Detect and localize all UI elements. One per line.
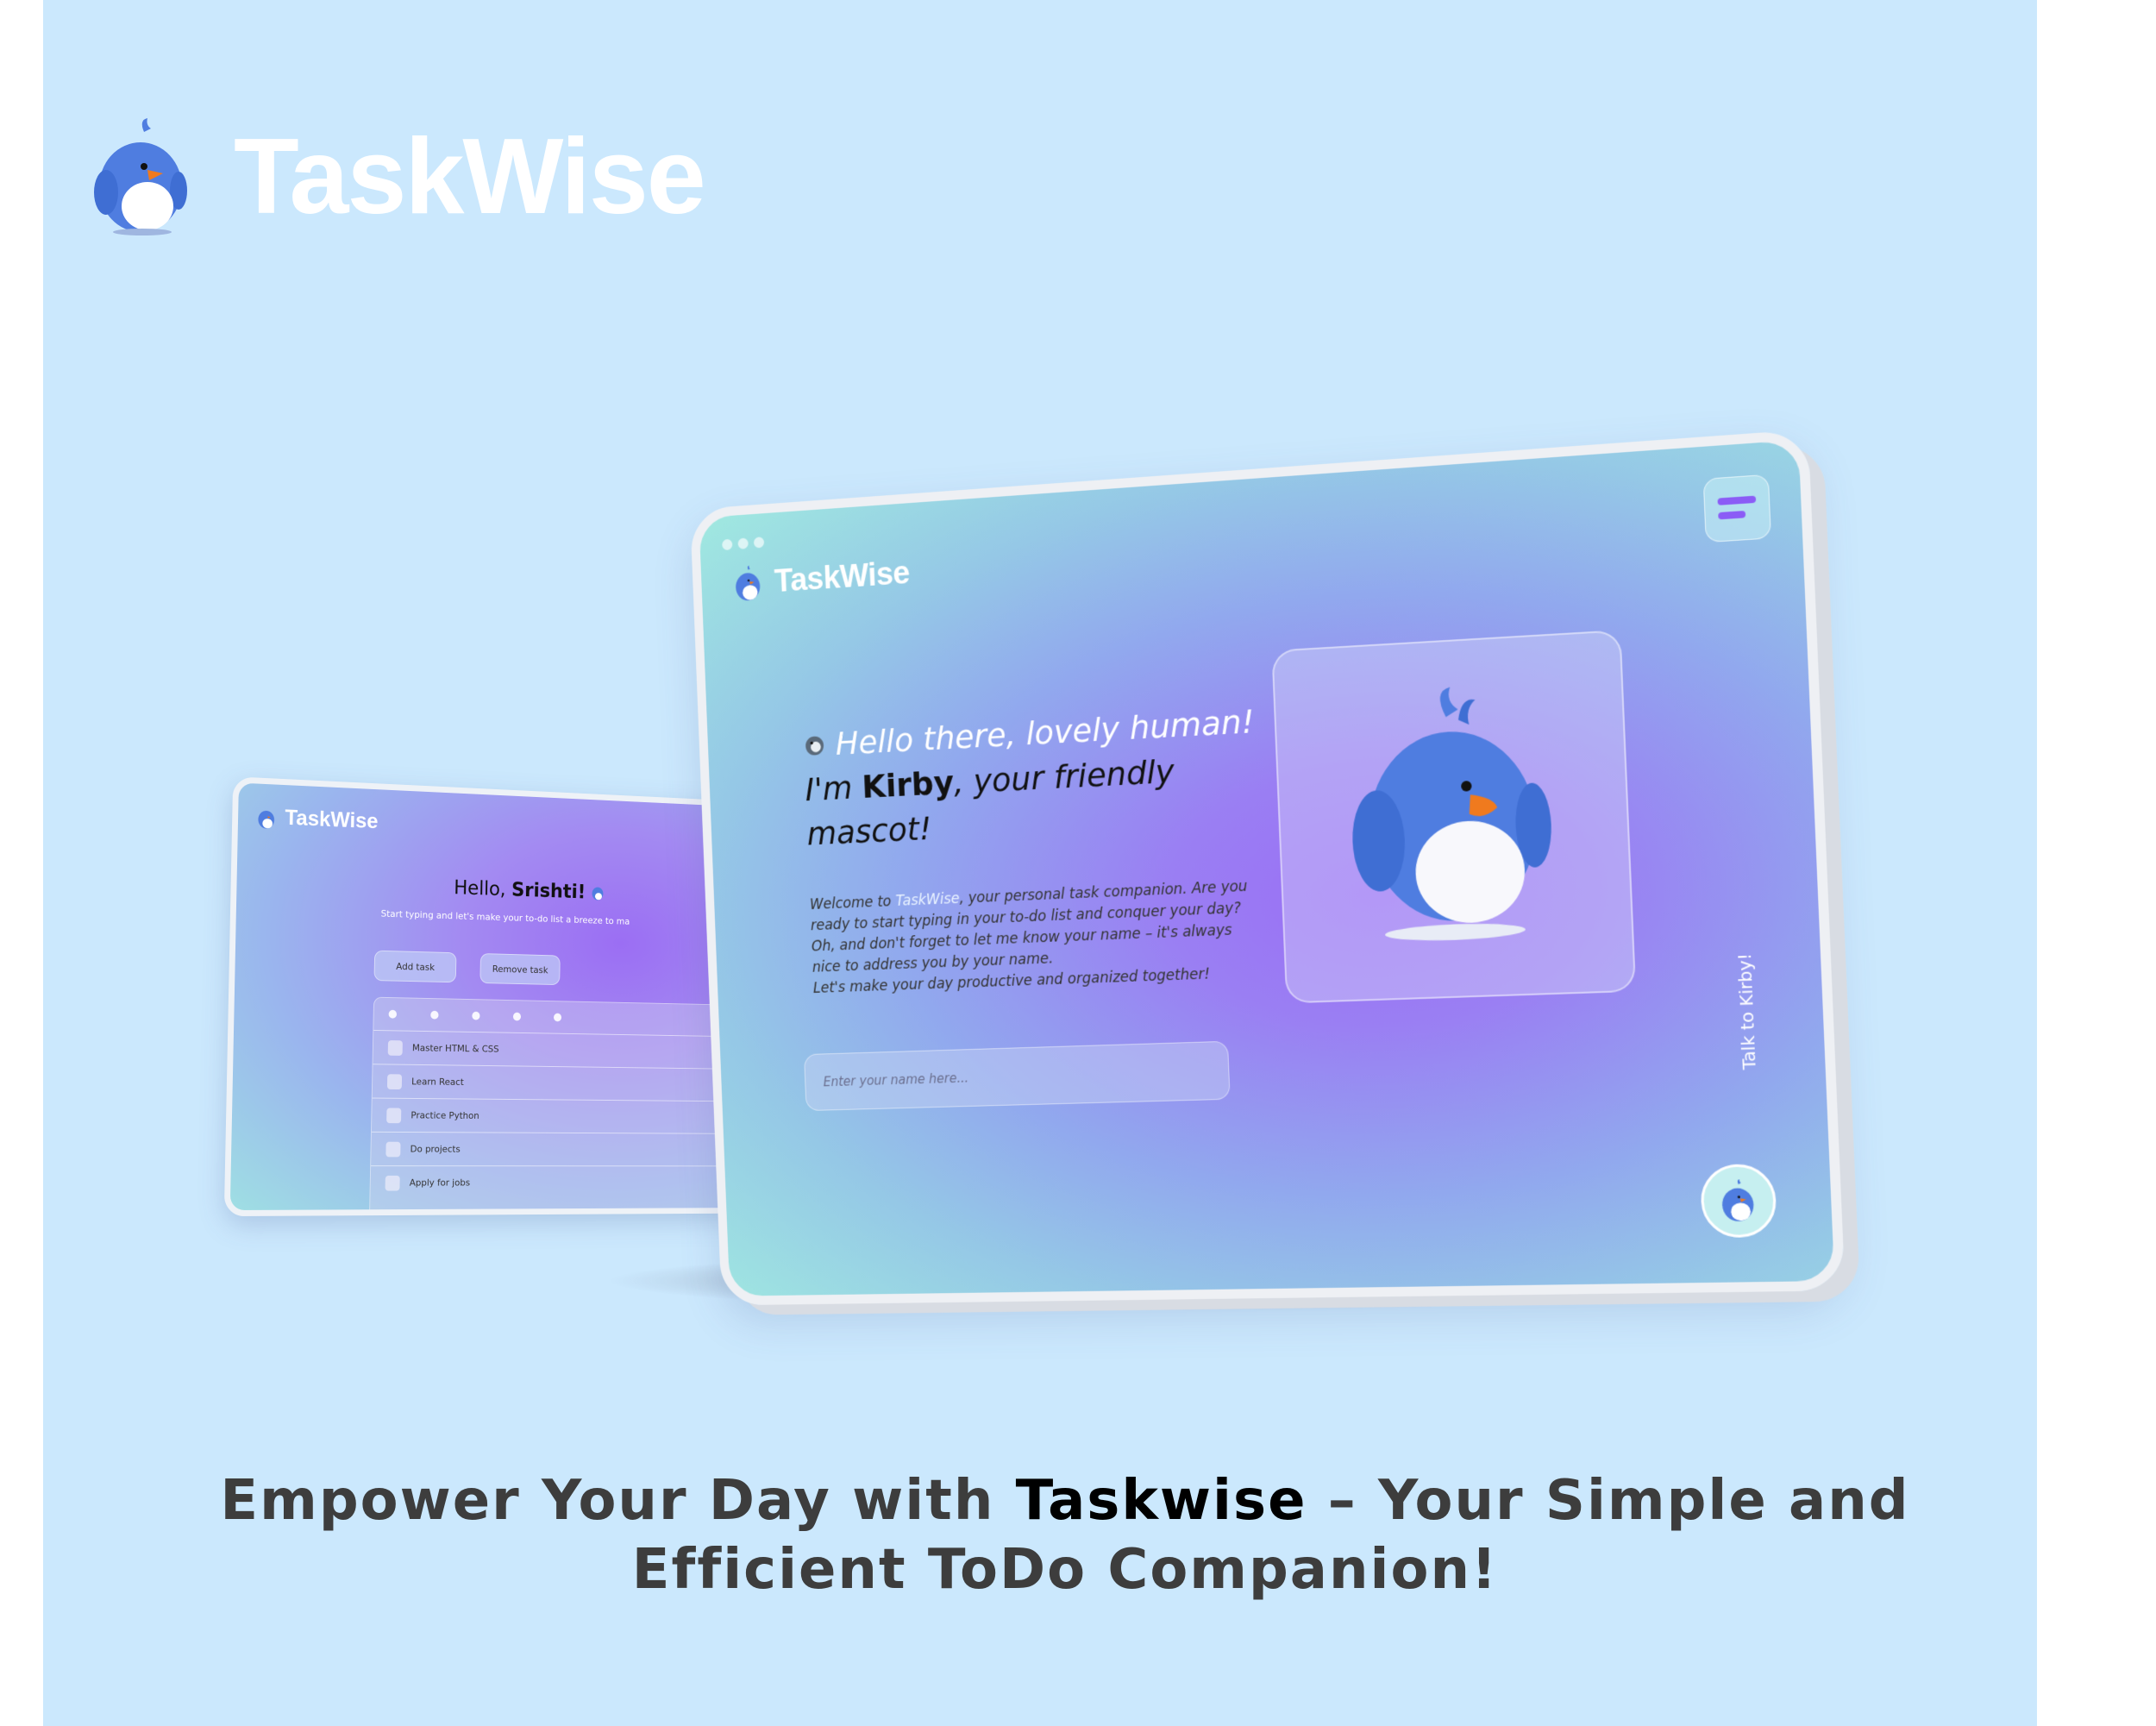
mascot-card (1271, 630, 1637, 1004)
welcome-heading: Hello there, lovely human! I'm Kirby, yo… (803, 698, 1271, 857)
bird-avatar-icon (1721, 1179, 1755, 1222)
list-item[interactable]: Practice Python (371, 1097, 760, 1134)
talk-to-kirby-label[interactable]: Talk to Kirby! (1733, 953, 1760, 1070)
brand-header: TaskWise (91, 116, 706, 237)
bird-emoji-icon (805, 736, 824, 756)
bird-logo-icon (94, 118, 187, 235)
window-dots (722, 537, 765, 551)
front-logo: TaskWise (732, 554, 910, 604)
task-label: Master HTML & CSS (411, 1042, 499, 1055)
name-input[interactable]: Enter your name here... (804, 1040, 1231, 1112)
brand-title: TaskWise (234, 117, 706, 236)
heading-prefix: I'm (804, 768, 863, 808)
bird-emoji-icon (592, 887, 604, 901)
back-device-mockup: TaskWise Hello, Srishti! Start typing an… (223, 776, 783, 1217)
task-checkbox[interactable] (385, 1175, 400, 1191)
task-list: Master HTML & CSS Learn React Practice P… (368, 996, 762, 1217)
welcome-body: Welcome to TaskWise, your personal task … (810, 876, 1269, 1000)
task-checkbox[interactable] (386, 1107, 402, 1123)
front-device-mockup: TaskWise Hello there, lovely human! I'm … (689, 429, 1846, 1306)
heading-line1: Hello there, lovely human! (834, 702, 1256, 763)
front-device-screen: TaskWise Hello there, lovely human! I'm … (689, 429, 1846, 1306)
back-greeting: Hello, Srishti! (454, 877, 605, 904)
list-item[interactable]: Apply for jobs (370, 1165, 759, 1200)
bird-logo-icon (735, 565, 761, 602)
task-checkbox[interactable] (385, 1141, 401, 1157)
back-logo: TaskWise (256, 804, 379, 834)
add-task-button[interactable]: Add task (373, 950, 457, 983)
list-item[interactable]: Master HTML & CSS (373, 1029, 761, 1070)
tagline: Empower Your Day with Taskwise – Your Si… (216, 1466, 1915, 1604)
tagline-prefix: Empower Your Day with (220, 1469, 1016, 1533)
remove-task-button[interactable]: Remove task (479, 953, 561, 986)
front-logo-text: TaskWise (774, 555, 911, 599)
back-subtitle: Start typing and let's make your to-do l… (380, 907, 630, 927)
list-item[interactable]: Learn React (372, 1064, 761, 1102)
kirby-mascot-icon (1351, 687, 1553, 943)
menu-button[interactable] (1702, 474, 1771, 543)
task-label: Do projects (410, 1143, 461, 1155)
task-label: Practice Python (411, 1109, 479, 1121)
greeting-name: Srishti! (511, 879, 586, 904)
back-device-screen: TaskWise Hello, Srishti! Start typing an… (223, 776, 783, 1217)
task-checkbox[interactable] (386, 1073, 403, 1089)
task-label: Learn React (411, 1076, 464, 1088)
body-prefix: Welcome to (809, 893, 896, 913)
back-logo-text: TaskWise (285, 805, 379, 834)
task-checkbox[interactable] (387, 1039, 403, 1056)
kirby-chat-button[interactable] (1699, 1163, 1778, 1239)
body-rest: , your personal task companion. Are you … (810, 877, 1248, 976)
body-brand: TaskWise (895, 890, 961, 910)
task-label: Apply for jobs (409, 1177, 471, 1189)
bird-logo-icon (258, 809, 275, 829)
greeting-prefix: Hello, (454, 876, 512, 901)
heading-name: Kirby (861, 763, 955, 806)
list-item[interactable]: Do projects (371, 1131, 759, 1166)
tagline-brand: Taskwise (1015, 1469, 1307, 1533)
